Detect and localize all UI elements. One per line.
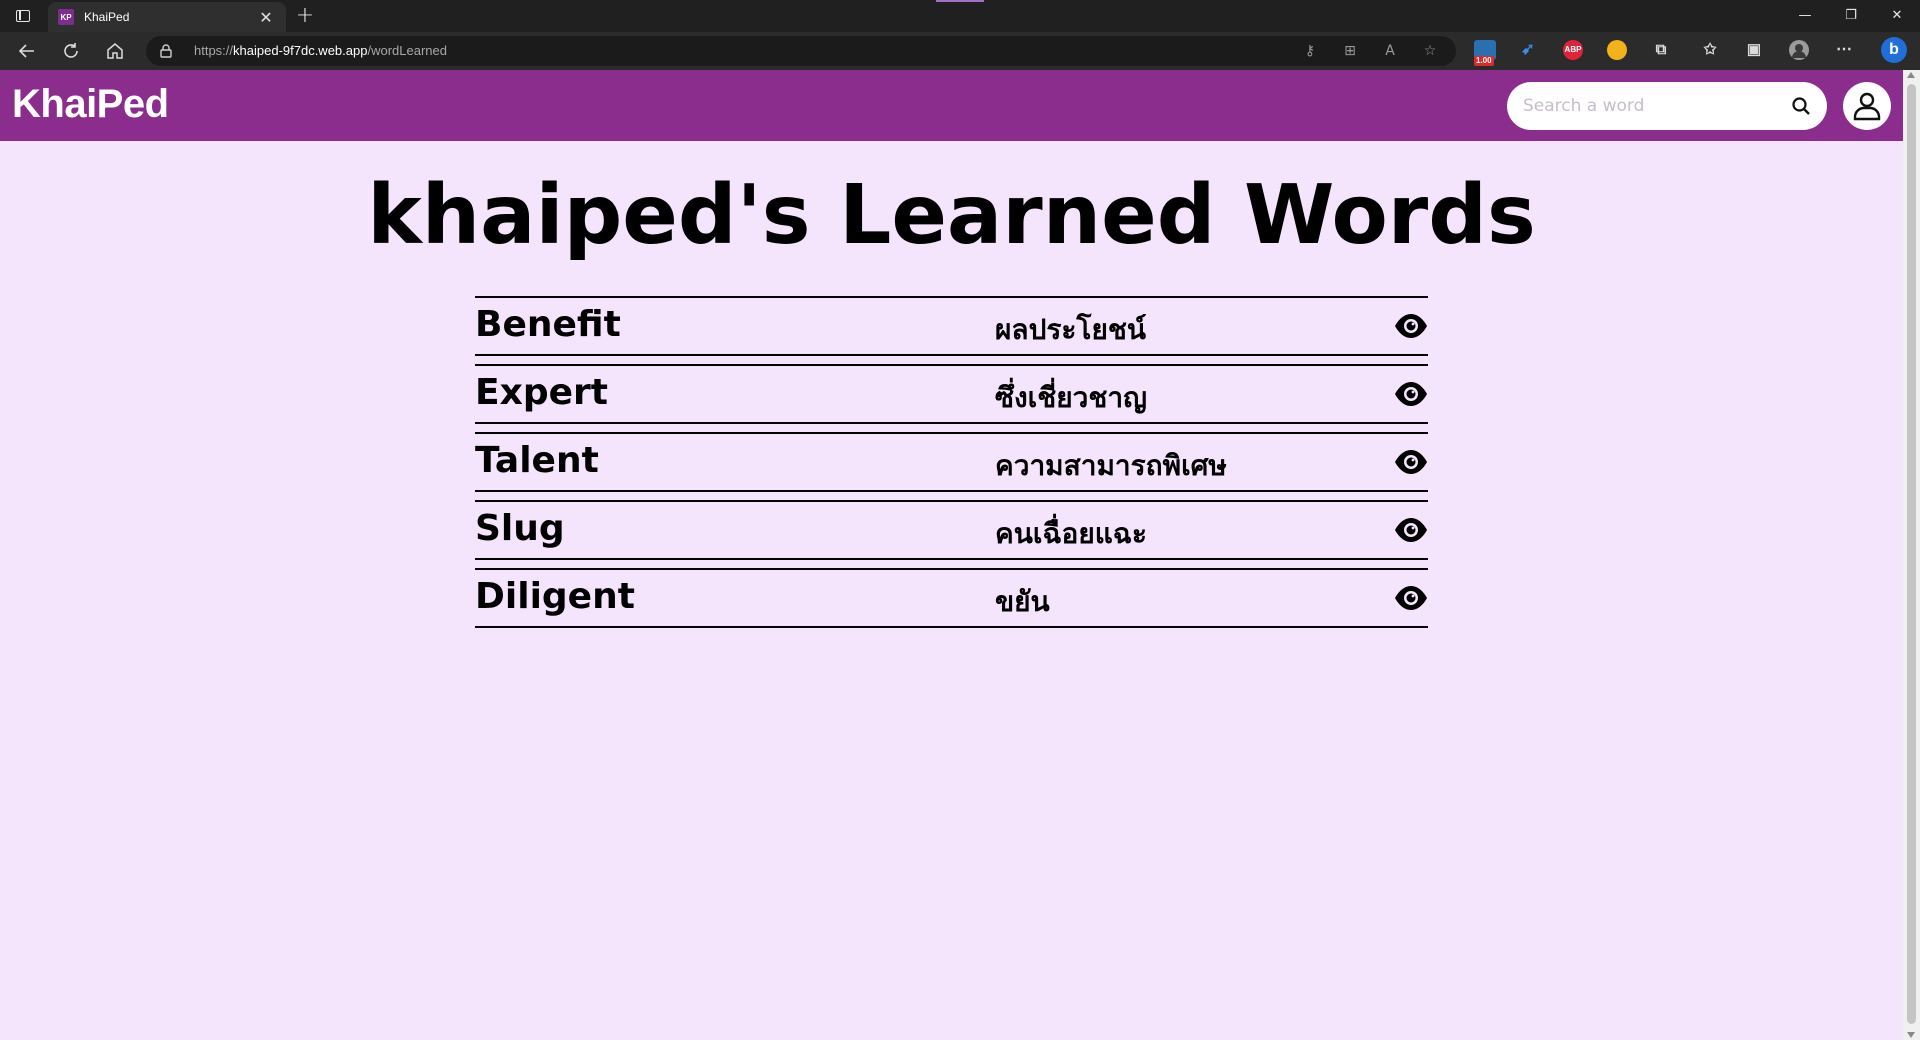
word-thai: คนเฉื่อยแฉะ [995, 517, 1147, 550]
translate-extension-icon[interactable]: ➹ [1518, 40, 1538, 60]
browser-tab[interactable]: KP KhaiPed ✕ [48, 2, 286, 32]
extension-badge-icon[interactable]: 1.00 [1474, 40, 1496, 66]
word-thai: ขยัน [995, 585, 1050, 618]
app-logo[interactable]: KhaiPed [12, 82, 169, 127]
read-aloud-icon[interactable]: A [1379, 41, 1401, 61]
word-row: Benefit ผลประโยชน์ [475, 296, 1428, 356]
word-english: Expert [475, 372, 608, 413]
favicon-icon: KP [58, 9, 74, 25]
word-row: Diligent ขยัน [475, 568, 1428, 628]
lock-icon[interactable] [160, 44, 172, 58]
key-icon[interactable]: ⚷ [1299, 41, 1321, 61]
url-host: khaiped-9f7dc.web.app [233, 43, 368, 58]
word-thai: ซึ่งเชี่ยวชาญ [995, 381, 1147, 414]
eye-icon[interactable] [1393, 380, 1429, 408]
eye-icon[interactable] [1393, 516, 1429, 544]
favorite-star-icon[interactable]: ☆ [1419, 41, 1441, 61]
url-prefix: https:// [194, 43, 234, 58]
minimize-button[interactable]: — [1782, 0, 1828, 32]
word-thai: ผลประโยชน์ [995, 313, 1147, 346]
browser-tab-bar: KP KhaiPed ✕ + — ❐ ✕ [0, 0, 1920, 32]
eye-icon[interactable] [1393, 312, 1429, 340]
search-box [1507, 82, 1827, 130]
bing-chat-icon[interactable]: b [1881, 37, 1907, 63]
app-available-icon[interactable]: ⊞ [1339, 41, 1361, 61]
home-icon[interactable] [100, 37, 130, 65]
eye-icon[interactable] [1393, 584, 1429, 612]
address-bar[interactable]: https://khaiped-9f7dc.web.app/wordLearne… [146, 36, 1456, 66]
collections-icon[interactable]: ▣ [1744, 40, 1764, 60]
scroll-down-icon[interactable] [1907, 1032, 1915, 1038]
word-english: Benefit [475, 304, 621, 345]
new-tab-button[interactable]: + [292, 3, 318, 29]
more-options-icon[interactable]: ⋯ [1834, 40, 1854, 60]
word-row: Slug คนเฉื่อยแฉะ [475, 500, 1428, 560]
extension-badge-count: 1.00 [1474, 56, 1494, 66]
eye-icon[interactable] [1393, 448, 1429, 476]
user-icon [1853, 92, 1881, 121]
app-header: KhaiPed [0, 70, 1903, 141]
restore-button[interactable]: ❐ [1828, 0, 1874, 32]
search-icon[interactable] [1791, 96, 1811, 116]
word-row: Expert ซึ่งเชี่ยวชาญ [475, 364, 1428, 424]
tab-actions-icon[interactable] [8, 6, 38, 26]
word-english: Slug [475, 508, 565, 549]
page-title: khaiped's Learned Words [367, 168, 1536, 263]
extension-coin-icon[interactable] [1607, 40, 1627, 60]
search-input[interactable] [1523, 82, 1773, 130]
word-row: Talent ความสามารถพิเศษ [475, 432, 1428, 492]
tab-title: KhaiPed [84, 10, 130, 24]
word-english: Talent [475, 440, 599, 481]
learned-words-list: Benefit ผลประโยชน์ Expert ซึ่งเชี่ยวชาญ … [475, 296, 1428, 636]
profile-avatar-icon[interactable] [1789, 40, 1809, 60]
url-path: /wordLearned [367, 43, 447, 58]
adblock-icon[interactable]: ABP [1563, 40, 1583, 60]
scroll-up-icon[interactable] [1907, 72, 1915, 78]
page-scrollbar[interactable] [1903, 70, 1920, 1040]
scrollbar-thumb[interactable] [1907, 84, 1916, 1024]
close-window-button[interactable]: ✕ [1874, 0, 1920, 32]
drag-indicator [936, 0, 984, 2]
back-icon[interactable] [12, 37, 42, 65]
browser-toolbar: https://khaiped-9f7dc.web.app/wordLearne… [0, 32, 1920, 70]
favorites-icon[interactable]: ✩ [1700, 40, 1720, 60]
user-account-button[interactable] [1843, 82, 1891, 130]
word-english: Diligent [475, 576, 635, 617]
extensions-puzzle-icon[interactable]: ⧉ [1651, 40, 1671, 60]
url-text[interactable]: https://khaiped-9f7dc.web.app/wordLearne… [194, 36, 447, 66]
reload-icon[interactable] [56, 37, 86, 65]
tab-close-icon[interactable]: ✕ [256, 8, 276, 27]
word-thai: ความสามารถพิเศษ [995, 449, 1227, 482]
